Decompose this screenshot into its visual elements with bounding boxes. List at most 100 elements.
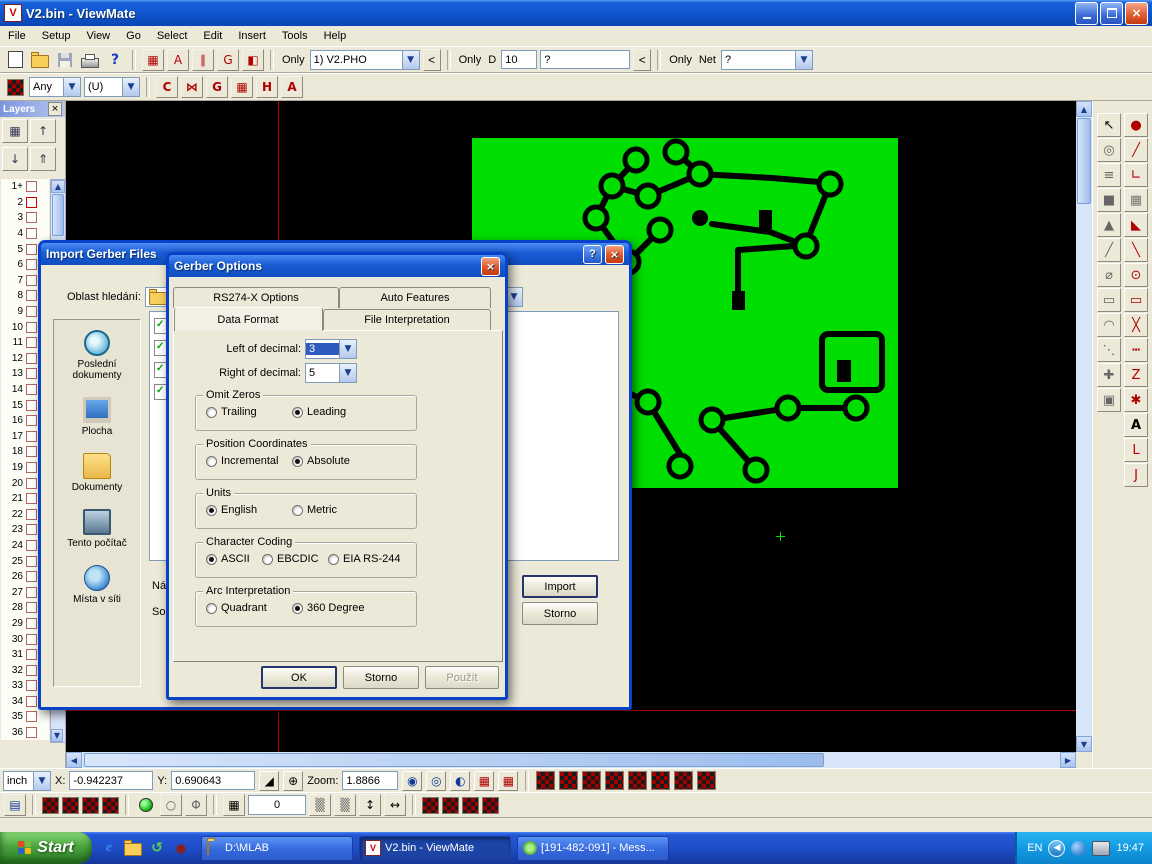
import-cancel-button[interactable]: Storno: [522, 602, 598, 625]
probe-tool-icon[interactable]: Φ: [185, 794, 207, 816]
toolbar-icon[interactable]: ◧: [242, 49, 264, 71]
net-combo[interactable]: ?▼: [721, 50, 813, 70]
status-tool-icon[interactable]: ◢: [259, 771, 279, 791]
dcode-type-button[interactable]: A: [281, 76, 303, 98]
layers-scroll-down-icon[interactable]: ▼: [51, 729, 63, 742]
menu-item[interactable]: Go: [118, 28, 149, 44]
menu-item[interactable]: Tools: [274, 28, 316, 44]
radio-metric[interactable]: Metric: [292, 504, 337, 516]
right-of-decimal-combo[interactable]: 5▼: [305, 363, 357, 383]
draw-tool-icon[interactable]: ╱: [1124, 138, 1148, 162]
tab-rs274x[interactable]: RS274-X Options: [173, 287, 339, 308]
radio-eia-rs244[interactable]: EIA RS-244: [328, 553, 400, 565]
pattern-swatch-icon[interactable]: [442, 797, 459, 814]
language-indicator[interactable]: EN: [1027, 842, 1042, 854]
grid-toggle-icon[interactable]: ▦: [498, 771, 518, 791]
new-file-icon[interactable]: [4, 49, 26, 71]
units-combo[interactable]: inch▼: [3, 771, 51, 791]
snap-value-field[interactable]: 0: [248, 795, 306, 815]
layer-color-swatch[interactable]: [26, 711, 37, 722]
draw-tool-icon[interactable]: ┅: [1124, 338, 1148, 362]
dcode-type-button[interactable]: C: [156, 76, 178, 98]
toolbar-icon[interactable]: G: [217, 49, 239, 71]
close-button[interactable]: ×: [1125, 2, 1148, 25]
layer-color-swatch[interactable]: [26, 602, 37, 613]
pattern-swatch-icon[interactable]: [697, 771, 716, 790]
menu-item[interactable]: Setup: [34, 28, 79, 44]
tray-keyboard-icon[interactable]: [1092, 841, 1110, 856]
taskbar-task-mlab[interactable]: D:\MLAB: [201, 836, 353, 861]
pan-arrow-icon[interactable]: ↕: [359, 794, 381, 816]
layer-color-swatch[interactable]: [26, 415, 37, 426]
pattern-swatch-icon[interactable]: [651, 771, 670, 790]
dcode-type-button[interactable]: ⋈: [181, 76, 203, 98]
draw-tool-icon[interactable]: ▭: [1124, 288, 1148, 312]
layer-color-swatch[interactable]: [26, 197, 37, 208]
toolbar-icon[interactable]: ∥: [192, 49, 214, 71]
draw-tool-icon[interactable]: ⌀: [1097, 263, 1121, 287]
radio-absolute[interactable]: Absolute: [292, 455, 350, 467]
scroll-down-icon[interactable]: ▼: [1076, 736, 1092, 752]
pattern-swatch-icon[interactable]: [628, 771, 647, 790]
draw-tool-icon[interactable]: L: [1124, 438, 1148, 462]
dcode-type-button[interactable]: ▦: [231, 76, 253, 98]
radio-360-degree[interactable]: 360 Degree: [292, 602, 365, 614]
layer-color-swatch[interactable]: [26, 665, 37, 676]
pattern-swatch-icon[interactable]: [62, 797, 79, 814]
draw-tool-icon[interactable]: ╲: [1124, 238, 1148, 262]
toolbar-icon[interactable]: ▦: [142, 49, 164, 71]
layer-color-swatch[interactable]: [26, 181, 37, 192]
gerber-dialog-titlebar[interactable]: Gerber Options ×: [169, 255, 505, 277]
context-help-icon[interactable]: ?: [104, 49, 126, 71]
draw-tool-icon[interactable]: ▦: [1124, 188, 1148, 212]
file-prev-button[interactable]: <: [423, 49, 441, 71]
refresh-quicklaunch-icon[interactable]: ↺: [148, 839, 166, 857]
layer-color-swatch[interactable]: [26, 493, 37, 504]
taskbar-task-viewmate[interactable]: V V2.bin - ViewMate: [359, 836, 511, 861]
only-file-label[interactable]: Only: [280, 54, 307, 66]
layer-stack-icon[interactable]: ▤: [4, 794, 26, 816]
draw-tool-icon[interactable]: ◠: [1097, 313, 1121, 337]
place-item[interactable]: Místa v síti: [55, 565, 139, 605]
print-icon[interactable]: [79, 49, 101, 71]
layer-up-icon[interactable]: ↑: [30, 119, 56, 143]
layer-color-swatch[interactable]: [26, 634, 37, 645]
dot-grid-icon[interactable]: ▒: [309, 794, 331, 816]
horizontal-scrollbar[interactable]: ◀ ▶: [66, 752, 1076, 768]
scroll-left-icon[interactable]: ◀: [66, 752, 82, 768]
layer-color-swatch[interactable]: [26, 244, 37, 255]
radio-quadrant[interactable]: Quadrant: [206, 602, 267, 614]
layer-row[interactable]: 4: [1, 226, 49, 242]
y-coordinate-field[interactable]: 0.690643: [171, 771, 255, 790]
pattern-swatch-icon[interactable]: [462, 797, 479, 814]
layers-scroll-up-icon[interactable]: ▲: [51, 180, 65, 193]
layer-color-swatch[interactable]: [26, 462, 37, 473]
radio-ebcdic[interactable]: EBCDIC: [262, 553, 319, 565]
aperture-shape-combo[interactable]: Any▼: [29, 77, 81, 97]
browser-icon[interactable]: e: [100, 839, 118, 857]
pattern-swatch-icon[interactable]: [605, 771, 624, 790]
layer-color-swatch[interactable]: [26, 680, 37, 691]
start-button[interactable]: Start: [0, 832, 92, 864]
aperture-unit-combo[interactable]: (U)▼: [84, 77, 140, 97]
taskbar-clock[interactable]: 19:47: [1116, 842, 1144, 854]
draw-tool-icon[interactable]: ◣: [1124, 213, 1148, 237]
layer-color-swatch[interactable]: [26, 649, 37, 660]
radio-ascii[interactable]: ASCII: [206, 553, 250, 565]
draw-tool-icon[interactable]: Z: [1124, 363, 1148, 387]
file-combo[interactable]: 1) V2.PHO▼: [310, 50, 420, 70]
layer-color-swatch[interactable]: [26, 571, 37, 582]
tab-file-interpretation[interactable]: File Interpretation: [323, 309, 491, 330]
draw-tool-icon[interactable]: ⋱: [1097, 338, 1121, 362]
radio-leading[interactable]: Leading: [292, 406, 346, 418]
layer-color-swatch[interactable]: [26, 368, 37, 379]
scroll-right-icon[interactable]: ▶: [1060, 752, 1076, 768]
layer-row[interactable]: 35: [1, 709, 49, 725]
layer-color-swatch[interactable]: [26, 400, 37, 411]
draw-tool-icon[interactable]: ✚: [1097, 363, 1121, 387]
layer-row[interactable]: 36: [1, 725, 49, 741]
menu-item[interactable]: File: [0, 28, 34, 44]
draw-tool-icon[interactable]: J: [1124, 463, 1148, 487]
layer-color-swatch[interactable]: [26, 431, 37, 442]
dialog-close-icon[interactable]: ×: [605, 245, 624, 264]
